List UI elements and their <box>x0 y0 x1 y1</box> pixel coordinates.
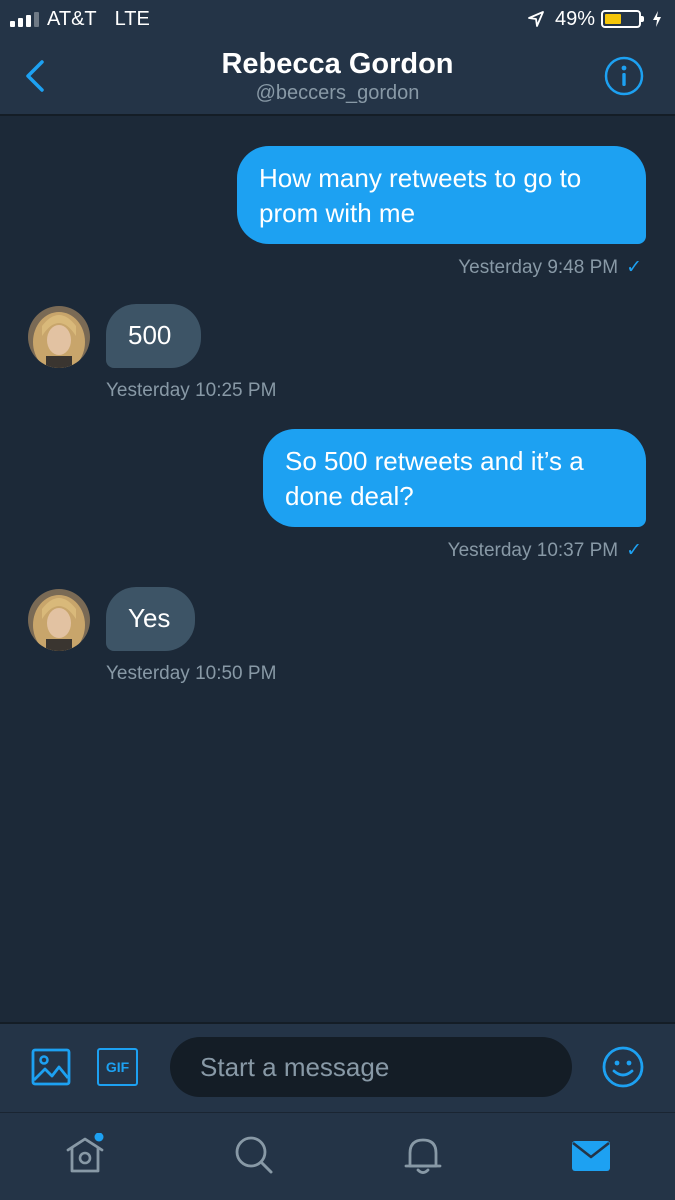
message-text: How many retweets to go to prom with me <box>259 163 582 228</box>
search-icon[interactable] <box>232 1133 276 1177</box>
battery-icon <box>601 10 644 28</box>
network-label: LTE <box>114 7 150 30</box>
conversation-title: Rebecca Gordon <box>221 48 454 80</box>
image-icon[interactable] <box>31 1048 71 1086</box>
message-timestamp: Yesterday 9:48 PM ✓ <box>458 256 642 279</box>
sent-message-bubble[interactable]: How many retweets to go to prom with me <box>237 146 646 244</box>
read-check-icon: ✓ <box>626 540 642 561</box>
message-input[interactable] <box>170 1037 572 1097</box>
message-text: So 500 retweets and it’s a done deal? <box>285 446 584 511</box>
notifications-icon[interactable] <box>401 1133 445 1177</box>
battery-fill <box>605 14 621 24</box>
timestamp-text: Yesterday 9:48 PM <box>458 257 619 278</box>
header-divider <box>0 114 675 116</box>
gif-button[interactable]: GIF <box>97 1048 138 1086</box>
timestamp-text: Yesterday 10:37 PM <box>447 540 619 561</box>
message-text: 500 <box>128 320 172 350</box>
read-check-icon: ✓ <box>626 257 642 278</box>
info-icon[interactable] <box>604 56 644 96</box>
emoji-icon[interactable] <box>602 1046 644 1088</box>
received-message-bubble[interactable]: Yes <box>106 587 195 651</box>
home-icon[interactable] <box>64 1132 108 1177</box>
status-bar-left: AT&T LTE <box>10 6 150 32</box>
carrier-label: AT&T <box>47 7 97 30</box>
message-timestamp: Yesterday 10:25 PM <box>106 380 277 401</box>
charging-bolt-icon <box>651 10 663 28</box>
message-text: Yes <box>128 603 171 633</box>
sent-message-bubble[interactable]: So 500 retweets and it’s a done deal? <box>263 429 646 527</box>
message-timestamp: Yesterday 10:50 PM <box>106 663 277 684</box>
message-timestamp: Yesterday 10:37 PM ✓ <box>448 539 642 562</box>
avatar[interactable] <box>28 306 90 368</box>
received-message-bubble[interactable]: 500 <box>106 304 201 368</box>
battery-percent: 49% <box>554 7 595 30</box>
gif-label: GIF <box>105 1059 130 1075</box>
signal-strength-icon <box>10 11 39 27</box>
avatar[interactable] <box>28 589 90 651</box>
status-bar-right: 49% <box>527 6 663 32</box>
messages-icon[interactable] <box>569 1133 613 1177</box>
location-arrow-icon <box>527 10 545 28</box>
conversation-handle: @beccers_gordon <box>255 82 420 104</box>
